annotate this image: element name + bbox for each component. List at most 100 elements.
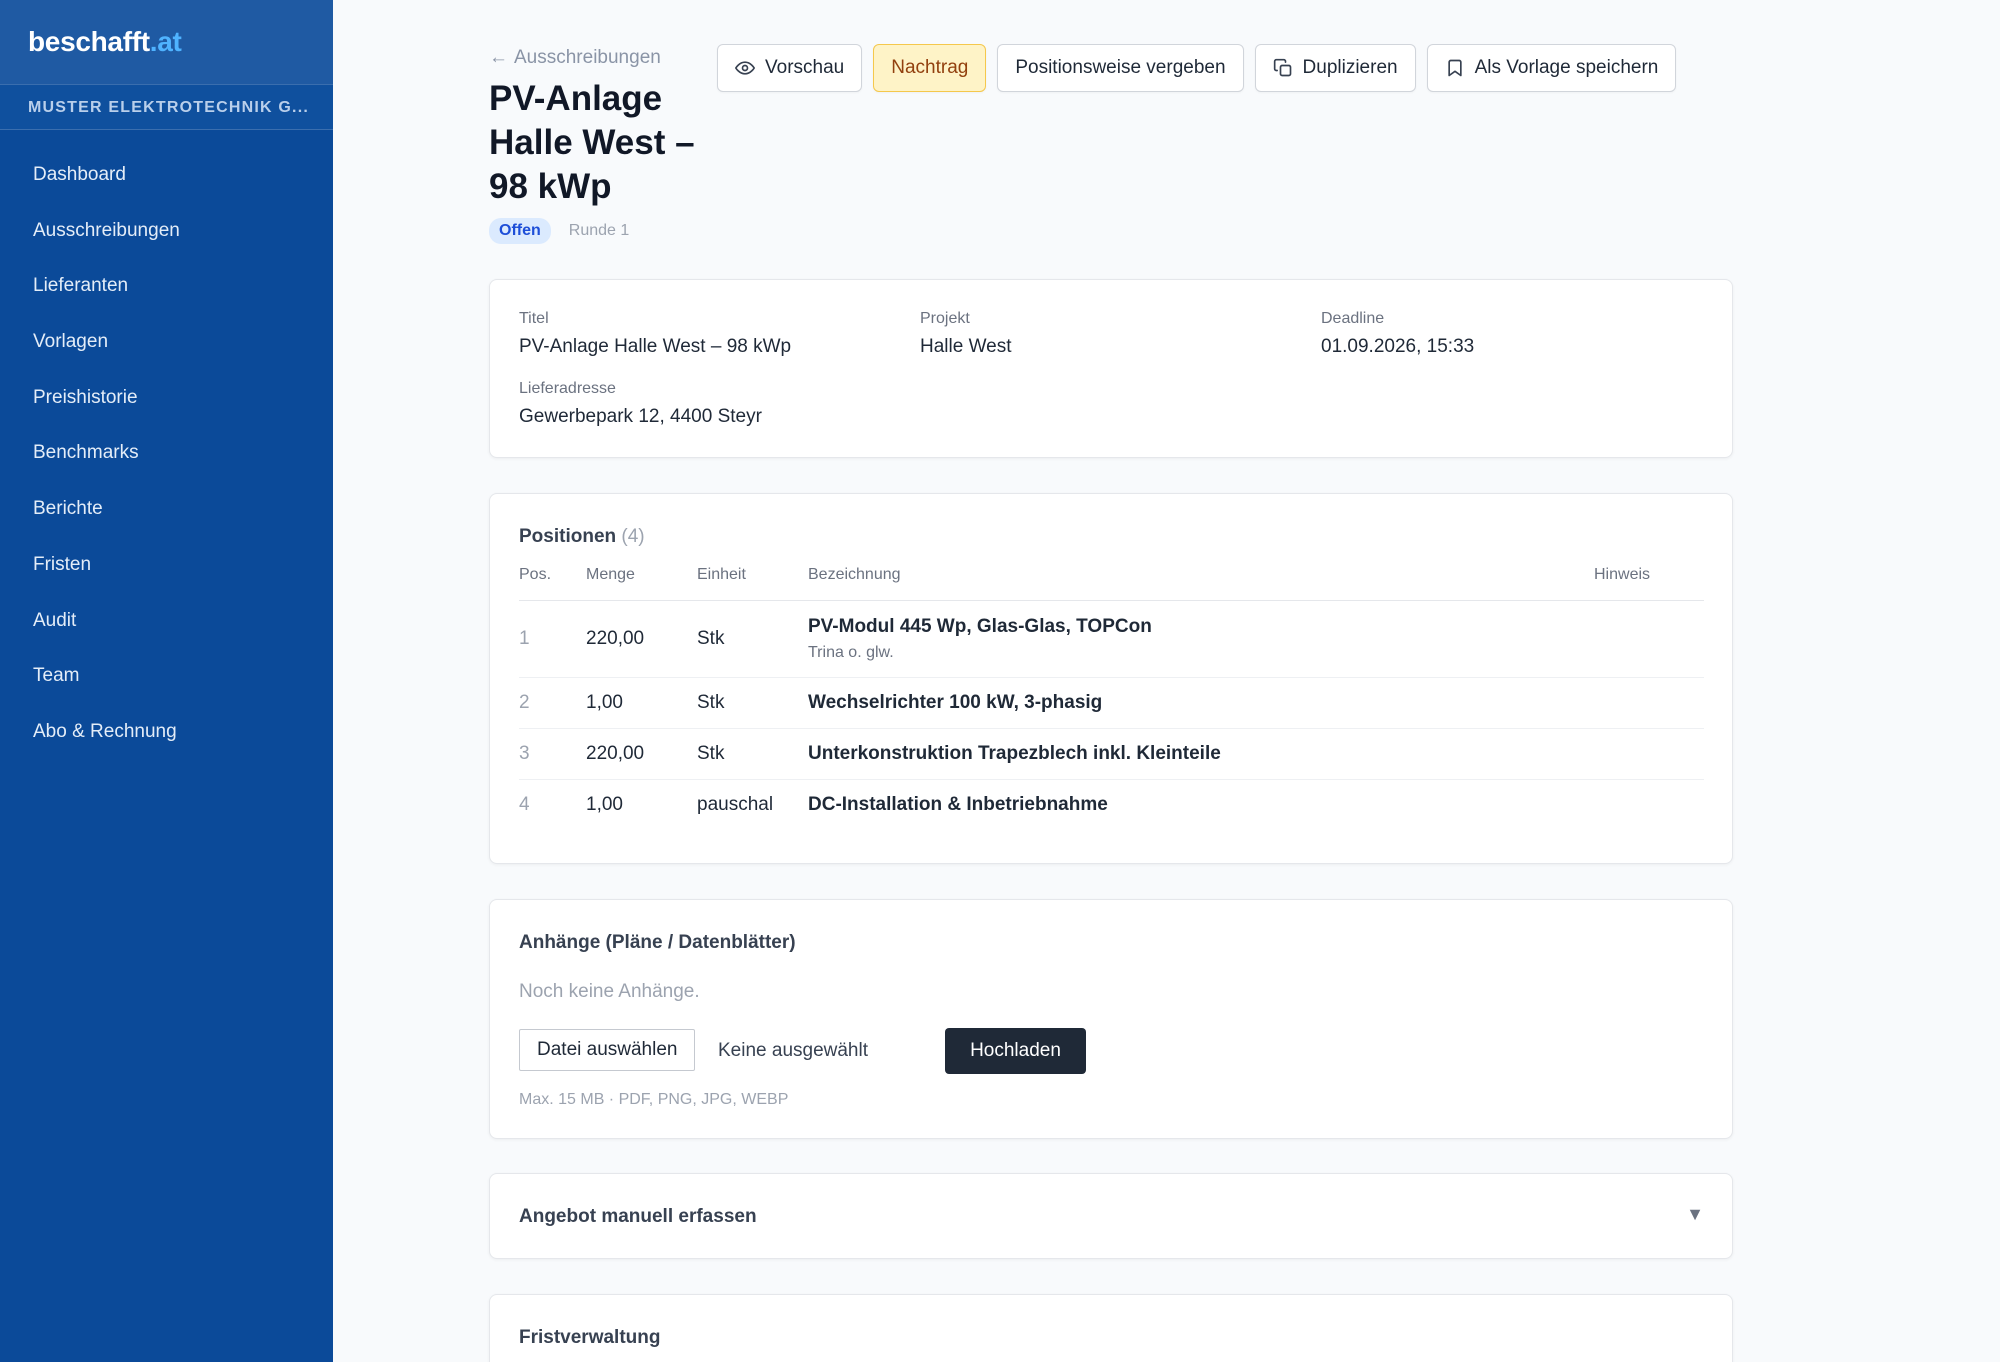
field-project-label: Projekt <box>920 310 970 327</box>
award-by-position-label: Positionsweise vergeben <box>1015 57 1226 78</box>
cell-unit: Stk <box>697 600 808 678</box>
positions-card: Positionen (4) Pos. Menge Einheit Bezeic… <box>489 493 1733 864</box>
deadline-management-title: Fristverwaltung <box>519 1327 661 1348</box>
field-address: Lieferadresse Gewerbepark 12, 4400 Steyr <box>519 380 762 428</box>
positions-count: (4) <box>621 526 645 547</box>
cell-unit: Stk <box>697 728 808 780</box>
table-header-row: Pos. Menge Einheit Bezeichnung Hinweis <box>519 566 1704 601</box>
cell-pos: 1 <box>519 600 586 678</box>
manual-offer-toggle[interactable]: Angebot manuell erfassen ▼ <box>489 1173 1733 1259</box>
field-title: Titel PV-Anlage Halle West – 98 kWp <box>519 310 791 358</box>
copy-icon <box>1273 58 1291 77</box>
back-link-label: Ausschreibungen <box>514 47 661 68</box>
cell-desc: Unterkonstruktion Trapezblech inkl. Klei… <box>808 728 1594 780</box>
cell-unit: Stk <box>697 677 808 729</box>
addendum-button[interactable]: Nachtrag <box>873 44 987 92</box>
cell-note <box>1594 728 1704 780</box>
cell-desc-title: Unterkonstruktion Trapezblech inkl. Klei… <box>808 742 1221 764</box>
manual-offer-title: Angebot manuell erfassen <box>519 1206 757 1227</box>
sidebar-item-team[interactable]: Team <box>0 649 333 705</box>
cell-note <box>1594 779 1704 830</box>
column-header-note: Hinweis <box>1594 566 1704 601</box>
upload-button[interactable]: Hochladen <box>945 1028 1086 1074</box>
cell-desc: PV-Modul 445 Wp, Glas-Glas, TOPCon Trina… <box>808 600 1594 678</box>
upload-hint: Max. 15 MB · PDF, PNG, JPG, WEBP <box>519 1091 789 1108</box>
back-link[interactable]: ← Ausschreibungen <box>489 47 661 69</box>
sidebar-nav: Dashboard Ausschreibungen Lieferanten Vo… <box>0 130 333 761</box>
field-project: Projekt Halle West <box>920 310 1012 358</box>
sidebar-item-berichte[interactable]: Berichte <box>0 482 333 538</box>
column-header-pos: Pos. <box>519 566 586 601</box>
field-deadline-label: Deadline <box>1321 310 1385 327</box>
deadline-management-card: Fristverwaltung <box>489 1294 1733 1362</box>
duplicate-button-label: Duplizieren <box>1302 57 1398 78</box>
addendum-button-label: Nachtrag <box>891 57 969 78</box>
award-by-position-button[interactable]: Positionsweise vergeben <box>997 44 1244 92</box>
sidebar-item-lieferanten[interactable]: Lieferanten <box>0 259 333 315</box>
cell-qty: 1,00 <box>586 793 623 815</box>
table-row: 4 1,00 pauschal DC-Installation & Inbetr… <box>519 779 1704 830</box>
preview-button-label: Vorschau <box>765 57 845 78</box>
action-bar: Vorschau Nachtrag Positionsweise vergebe… <box>717 44 1677 92</box>
page-header: ← Ausschreibungen PV-Anlage Halle West – … <box>489 0 1733 250</box>
field-title-label: Titel <box>519 310 549 327</box>
sidebar-item-audit[interactable]: Audit <box>0 594 333 650</box>
cell-desc-title: PV-Modul 445 Wp, Glas-Glas, TOPCon <box>808 615 1152 637</box>
cell-unit: pauschal <box>697 793 774 815</box>
field-deadline: Deadline 01.09.2026, 15:33 <box>1321 310 1474 358</box>
sidebar-item-abo-rechnung[interactable]: Abo & Rechnung <box>0 705 333 761</box>
attachments-title: Anhänge (Pläne / Datenblätter) <box>519 932 796 953</box>
field-project-value: Halle West <box>920 336 1012 357</box>
table-row: 3 220,00 Stk Unterkonstruktion Trapezble… <box>519 728 1704 780</box>
positions-table: Pos. Menge Einheit Bezeichnung Hinweis 1… <box>519 566 1704 830</box>
cell-desc: DC-Installation & Inbetriebnahme <box>808 779 1594 830</box>
cell-desc-title: DC-Installation & Inbetriebnahme <box>808 793 1108 815</box>
file-status: Keine ausgewählt <box>718 1040 868 1061</box>
organization-name[interactable]: MUSTER ELEKTROTECHNIK G... <box>0 84 333 130</box>
cell-note <box>1594 677 1704 729</box>
field-title-value: PV-Anlage Halle West – 98 kWp <box>519 336 792 357</box>
status-badge: Offen <box>489 218 551 244</box>
table-row: 2 1,00 Stk Wechselrichter 100 kW, 3-phas… <box>519 677 1704 729</box>
field-deadline-value: 01.09.2026, 15:33 <box>1321 336 1475 357</box>
cell-note <box>1594 600 1704 678</box>
brand-logo[interactable]: beschafft.at <box>0 0 333 84</box>
save-template-button-label: Als Vorlage speichern <box>1474 57 1659 78</box>
cell-desc-title: Wechselrichter 100 kW, 3-phasig <box>808 691 1103 713</box>
cell-desc: Wechselrichter 100 kW, 3-phasig <box>808 677 1594 729</box>
field-address-label: Lieferadresse <box>519 380 616 397</box>
sidebar: beschafft.at MUSTER ELEKTROTECHNIK G... … <box>0 0 333 1362</box>
status-row: Offen Runde 1 <box>489 218 629 244</box>
tender-details-card: Titel PV-Anlage Halle West – 98 kWp Proj… <box>489 279 1733 458</box>
main-content: ← Ausschreibungen PV-Anlage Halle West – … <box>489 0 1733 1362</box>
brand-name: beschafft <box>28 26 150 57</box>
duplicate-button[interactable]: Duplizieren <box>1254 44 1416 92</box>
sidebar-item-ausschreibungen[interactable]: Ausschreibungen <box>0 204 333 260</box>
brand-tld: .at <box>149 26 182 57</box>
cell-desc-sub: Trina o. glw. <box>808 643 894 661</box>
sidebar-item-vorlagen[interactable]: Vorlagen <box>0 315 333 371</box>
preview-button[interactable]: Vorschau <box>717 44 863 92</box>
cell-pos: 4 <box>519 793 530 815</box>
cell-qty: 1,00 <box>586 677 697 729</box>
positions-title-label: Positionen <box>519 526 617 547</box>
cell-pos: 2 <box>519 677 586 729</box>
sidebar-item-fristen[interactable]: Fristen <box>0 538 333 594</box>
attachments-card: Anhänge (Pläne / Datenblätter) Noch kein… <box>489 899 1733 1139</box>
page-title: PV-Anlage Halle West – 98 kWp <box>489 79 695 206</box>
cell-qty: 220,00 <box>586 600 697 678</box>
column-header-unit: Einheit <box>697 566 808 601</box>
arrow-left-icon: ← <box>489 47 508 68</box>
eye-icon <box>735 61 755 75</box>
column-header-qty: Menge <box>586 566 697 601</box>
round-label: Runde 1 <box>568 222 630 239</box>
table-row: 1 220,00 Stk PV-Modul 445 Wp, Glas-Glas,… <box>519 600 1704 678</box>
field-address-value: Gewerbepark 12, 4400 Steyr <box>519 406 762 427</box>
sidebar-item-dashboard[interactable]: Dashboard <box>0 148 333 204</box>
sidebar-item-benchmarks[interactable]: Benchmarks <box>0 426 333 482</box>
choose-file-button[interactable]: Datei auswählen <box>519 1029 696 1071</box>
sidebar-item-preishistorie[interactable]: Preishistorie <box>0 371 333 427</box>
save-template-button[interactable]: Als Vorlage speichern <box>1426 44 1677 92</box>
attachments-empty-note: Noch keine Anhänge. <box>519 981 700 1002</box>
cell-pos: 3 <box>519 728 586 780</box>
